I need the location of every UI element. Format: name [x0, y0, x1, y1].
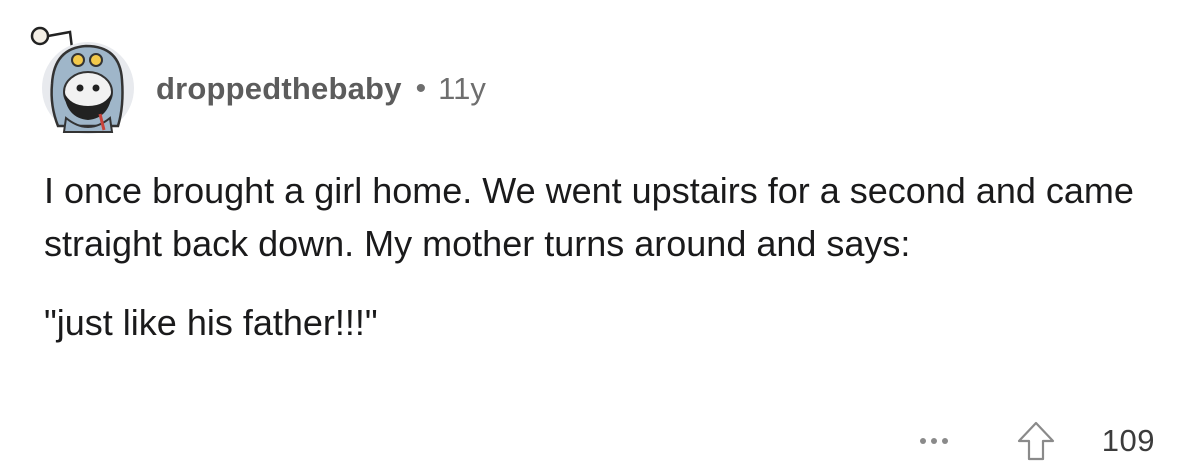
comment-body: I once brought a girl home. We went upst… [44, 164, 1154, 349]
more-options-button[interactable] [916, 421, 952, 461]
comment: droppedthebaby • 11y I once brought a gi… [0, 0, 1179, 464]
avatar[interactable] [30, 14, 134, 134]
upvote-arrow-icon [1017, 421, 1054, 461]
ellipsis-icon [930, 438, 937, 444]
upvote-button[interactable] [1012, 417, 1060, 465]
ellipsis-icon [941, 438, 948, 444]
comment-meta: droppedthebaby • 11y [156, 71, 486, 107]
comment-header: droppedthebaby • 11y [30, 14, 486, 134]
comment-paragraph: "just like his father!!!" [44, 302, 378, 343]
vote-score: 109 [1101, 423, 1155, 458]
ellipsis-icon [919, 438, 926, 444]
snoo-avatar-icon [30, 26, 134, 134]
separator-dot: • [415, 72, 427, 105]
comment-paragraph: I once brought a girl home. We went upst… [44, 170, 1134, 264]
comment-age: 11y [438, 71, 486, 106]
comment-actions: 109 [916, 418, 1155, 464]
username-link[interactable]: droppedthebaby [156, 71, 402, 107]
